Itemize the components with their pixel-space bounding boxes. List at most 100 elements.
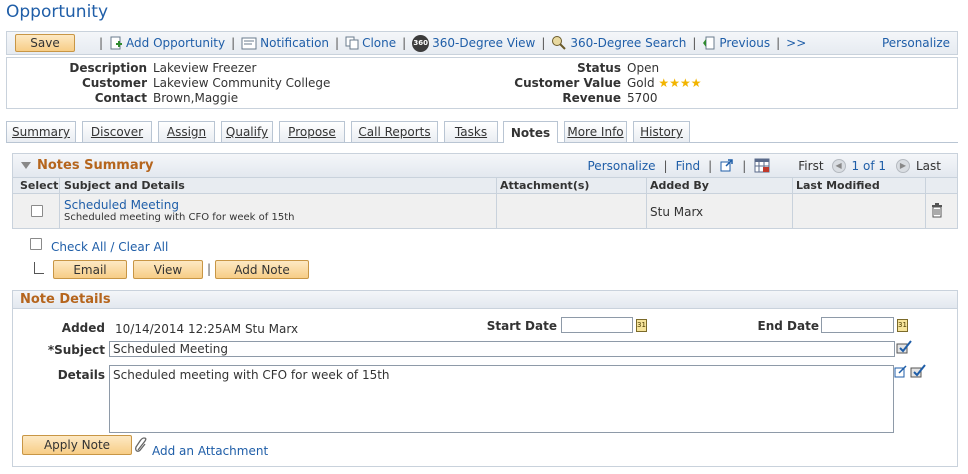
added-label: Added bbox=[61, 321, 105, 335]
start-date-label: Start Date bbox=[486, 319, 557, 333]
toolbar-personalize-link[interactable]: Personalize bbox=[882, 36, 950, 50]
row-select-checkbox[interactable] bbox=[31, 205, 43, 217]
tab-bar: Summary Discover Assign Qualify Propose … bbox=[6, 121, 958, 143]
customer-value-label: Customer Value bbox=[514, 76, 621, 90]
download-grid-icon[interactable] bbox=[754, 158, 770, 173]
view-all-icon[interactable] bbox=[720, 159, 734, 172]
tab-tasks[interactable]: Tasks bbox=[444, 121, 498, 142]
toolbar-separator: | bbox=[776, 36, 781, 50]
calendar-icon[interactable]: 31 bbox=[636, 319, 647, 332]
note-details-panel: Note Details Added 10/14/2014 12:25AM St… bbox=[12, 290, 958, 467]
clone-label: Clone bbox=[362, 36, 397, 50]
add-opportunity-label: Add Opportunity bbox=[126, 36, 226, 50]
last-label: Last bbox=[916, 158, 941, 173]
description-label: Description bbox=[69, 61, 147, 75]
next-row-icon[interactable]: ▶ bbox=[896, 158, 910, 173]
paperclip-icon[interactable] bbox=[134, 437, 148, 453]
page-title: Opportunity bbox=[6, 2, 109, 22]
subject-input[interactable]: Scheduled Meeting bbox=[109, 341, 895, 357]
notes-summary-grid: Notes Summary Personalize | Find | | Fir… bbox=[12, 153, 958, 229]
tab-assign[interactable]: Assign bbox=[158, 121, 215, 142]
contact-value: Brown,Maggie bbox=[153, 91, 239, 105]
note-details-text: Scheduled meeting with CFO for week of 1… bbox=[64, 212, 295, 223]
tab-qualify[interactable]: Qualify bbox=[221, 121, 273, 142]
grid-personalize-link[interactable]: Personalize bbox=[588, 159, 656, 173]
tab-discover[interactable]: Discover bbox=[82, 121, 152, 142]
previous-label: Previous bbox=[719, 36, 771, 50]
toolbar-separator: | bbox=[99, 36, 104, 50]
tab-summary[interactable]: Summary bbox=[6, 121, 76, 142]
add-attachment-link[interactable]: Add an Attachment bbox=[152, 444, 268, 458]
tab-call-reports[interactable]: Call Reports bbox=[351, 121, 438, 142]
check-all-link[interactable]: Check All / Clear All bbox=[51, 240, 168, 254]
col-subject: Subject and Details bbox=[64, 179, 185, 192]
customer-value-tier: Gold bbox=[627, 76, 655, 90]
view-360-link[interactable]: 360 360-Degree View bbox=[412, 34, 536, 52]
start-date-input[interactable] bbox=[561, 317, 633, 333]
note-details-title: Note Details bbox=[13, 291, 957, 309]
tab-more-info[interactable]: More Info bbox=[564, 121, 627, 142]
check-all-checkbox[interactable] bbox=[30, 238, 42, 250]
star-icon: ★ bbox=[658, 76, 670, 90]
previous-icon bbox=[703, 36, 715, 50]
spell-check-icon[interactable] bbox=[909, 363, 927, 379]
search-360-label: 360-Degree Search bbox=[570, 36, 687, 50]
next-link[interactable]: >> bbox=[786, 36, 806, 50]
grid-find-link[interactable]: Find bbox=[676, 159, 701, 173]
col-last-modified: Last Modified bbox=[796, 179, 880, 192]
grid-navigation: Personalize | Find | | First ◀ 1 of 1 ▶ … bbox=[587, 158, 941, 173]
details-textarea[interactable]: Scheduled meeting with CFO for week of 1… bbox=[109, 365, 894, 433]
col-select: Select bbox=[20, 179, 59, 192]
notification-link[interactable]: Notification bbox=[241, 36, 329, 50]
view-360-label: 360-Degree View bbox=[432, 36, 536, 50]
star-icon: ★ bbox=[669, 76, 680, 90]
add-document-icon bbox=[110, 36, 123, 50]
revenue-label: Revenue bbox=[562, 91, 621, 105]
save-button[interactable]: Save bbox=[15, 34, 75, 52]
toolbar-separator: | bbox=[402, 36, 407, 50]
first-label: First bbox=[798, 158, 824, 173]
customer-label: Customer bbox=[81, 76, 147, 90]
col-added-by: Added By bbox=[650, 179, 709, 192]
trash-icon[interactable] bbox=[931, 203, 943, 218]
expand-textarea-icon[interactable] bbox=[894, 365, 907, 378]
opportunity-header: Description Lakeview Freezer Status Open… bbox=[6, 57, 958, 109]
clone-link[interactable]: Clone bbox=[345, 36, 396, 50]
search-360-link[interactable]: 360-Degree Search bbox=[551, 35, 686, 51]
spell-check-icon[interactable] bbox=[895, 339, 913, 355]
tab-notes[interactable]: Notes bbox=[503, 121, 558, 143]
star-icon: ★ bbox=[690, 76, 702, 90]
action-separator: | bbox=[207, 262, 212, 276]
subject-label: *Subject bbox=[47, 343, 105, 357]
apply-note-button[interactable]: Apply Note bbox=[22, 435, 132, 455]
clone-icon bbox=[345, 36, 359, 50]
row-range: 1 of 1 bbox=[851, 158, 886, 173]
notes-summary-header: Notes Summary Personalize | Find | | Fir… bbox=[13, 154, 957, 178]
tab-propose[interactable]: Propose bbox=[279, 121, 345, 142]
star-icon: ★ bbox=[679, 76, 691, 90]
toolbar-separator: | bbox=[231, 36, 236, 50]
previous-link[interactable]: Previous bbox=[702, 36, 770, 50]
previous-row-icon[interactable]: ◀ bbox=[831, 158, 846, 173]
table-row: Scheduled Meeting Scheduled meeting with… bbox=[13, 194, 957, 228]
view-button[interactable]: View bbox=[133, 260, 203, 279]
notes-summary-title[interactable]: Notes Summary bbox=[21, 158, 153, 173]
view-360-icon: 360 bbox=[412, 34, 430, 52]
calendar-icon[interactable]: 31 bbox=[897, 319, 908, 332]
toolbar: Save | Add Opportunity | Notification | … bbox=[6, 31, 958, 55]
star-rating: ★★★★ bbox=[658, 76, 701, 90]
add-note-button[interactable]: Add Note bbox=[215, 260, 309, 279]
status-value: Open bbox=[627, 61, 660, 75]
toolbar-separator: | bbox=[335, 36, 340, 50]
end-date-label: End Date bbox=[757, 319, 819, 333]
add-opportunity-link[interactable]: Add Opportunity bbox=[109, 36, 225, 50]
note-subject-link[interactable]: Scheduled Meeting bbox=[64, 198, 179, 212]
grid-column-headers: Select Subject and Details Attachment(s)… bbox=[13, 178, 957, 194]
collapse-triangle-icon[interactable] bbox=[21, 162, 31, 169]
notification-icon bbox=[241, 37, 257, 49]
end-date-input[interactable] bbox=[821, 317, 894, 333]
tab-history[interactable]: History bbox=[633, 121, 690, 142]
email-button[interactable]: Email bbox=[53, 260, 127, 279]
toolbar-separator: | bbox=[541, 36, 546, 50]
col-attachments: Attachment(s) bbox=[500, 179, 590, 192]
